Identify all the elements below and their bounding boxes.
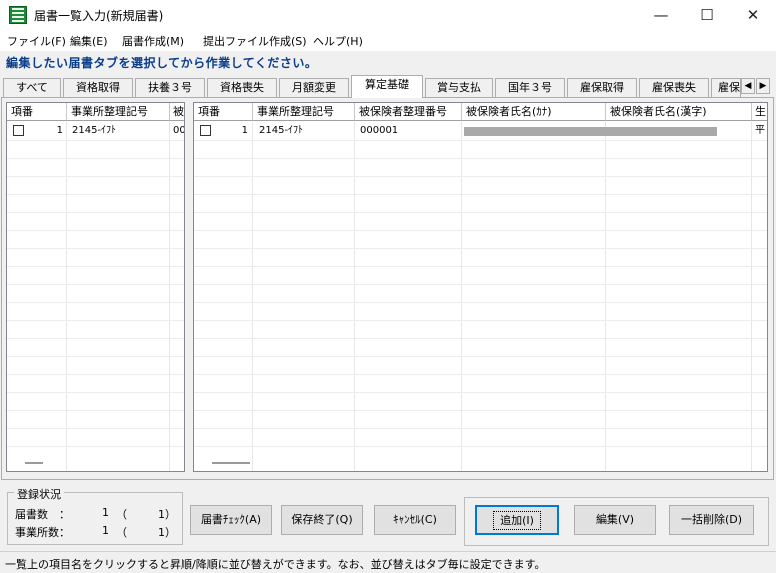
bulk-delete-button[interactable]: 一括削除(D) [669, 505, 754, 535]
column-header-name-kana[interactable]: 被保険者氏名(ｶﾅ) [462, 103, 606, 121]
notice-count-total: 1） [158, 508, 176, 521]
office-count-total: 1） [158, 526, 176, 539]
column-header-insured[interactable]: 被 [170, 103, 184, 121]
tab-bonus-payment[interactable]: 賞与支払 [425, 78, 493, 97]
column-header-name-kanji[interactable]: 被保険者氏名(漢字) [606, 103, 752, 121]
close-button[interactable]: ✕ [730, 0, 776, 31]
row-insured-number: 000001 [360, 125, 399, 136]
office-count-paren: （ [116, 526, 127, 539]
add-button-label: 追加(I) [493, 511, 541, 530]
tab-employment-acquisition[interactable]: 雇保取得 [567, 78, 637, 97]
minimize-button[interactable]: — [638, 0, 684, 31]
tab-scroll-right-icon[interactable]: ▶ [756, 78, 770, 94]
tab-employment-loss[interactable]: 雇保喪失 [639, 78, 709, 97]
menu-submission-file[interactable]: 提出ファイル作成(S) [203, 33, 307, 49]
column-header-office-code[interactable]: 事業所整理記号 [67, 103, 170, 121]
notice-check-button[interactable]: 届書ﾁｪｯｸ(A) [190, 505, 272, 535]
left-grid-scrollbar[interactable] [25, 462, 43, 464]
add-button[interactable]: 追加(I) [475, 505, 559, 535]
row-checkbox[interactable] [200, 125, 211, 136]
tab-monthly-change[interactable]: 月額変更 [279, 78, 349, 97]
notice-count-label: 届書数 ： [15, 508, 70, 521]
tab-qualification-loss[interactable]: 資格喪失 [207, 78, 277, 97]
tab-national-pension-3[interactable]: 国年３号 [495, 78, 565, 97]
left-grid[interactable]: 項番 事業所整理記号 被 1 2145-ｲﾌﾄ 00 [6, 102, 185, 472]
column-header-no[interactable]: 項番 [194, 103, 253, 121]
cancel-button[interactable]: ｷｬﾝｾﾙ(C) [374, 505, 456, 535]
menu-create-notice[interactable]: 届書作成(M) [122, 33, 184, 49]
menu-edit[interactable]: 編集(E) [70, 33, 108, 49]
column-header-no[interactable]: 項番 [7, 103, 67, 121]
window-title: 届書一覧入力(新規届書) [34, 9, 164, 23]
save-exit-button[interactable]: 保存終了(Q) [281, 505, 363, 535]
row-insured: 00 [173, 125, 185, 136]
notice-count-value: 1 [102, 506, 109, 519]
menu-file[interactable]: ファイル(F) [7, 33, 66, 49]
menu-bar [0, 31, 776, 51]
registration-status-title: 登録状況 [14, 486, 64, 502]
tab-scroll-left-icon[interactable]: ◀ [741, 78, 755, 94]
maximize-button[interactable]: ☐ [684, 0, 730, 31]
column-header-birth[interactable]: 生 [752, 103, 767, 121]
menu-help[interactable]: ヘルプ(H) [313, 33, 363, 49]
right-grid[interactable]: 項番 事業所整理記号 被保険者整理番号 被保険者氏名(ｶﾅ) 被保険者氏名(漢字… [193, 102, 768, 472]
instruction-text: 編集したい届書タブを選択してから作業してください。 [6, 56, 318, 70]
right-grid-scrollbar[interactable] [212, 462, 250, 464]
office-count-label: 事業所数： [15, 526, 70, 539]
row-no: 1 [56, 125, 63, 136]
notice-count-paren: （ [116, 508, 127, 521]
tab-calculation-basis[interactable]: 算定基礎 [351, 75, 423, 98]
tab-dependent-3[interactable]: 扶養３号 [135, 78, 205, 97]
office-count-value: 1 [102, 524, 109, 537]
row-office-code: 2145-ｲﾌﾄ [72, 125, 117, 136]
tab-employment-more[interactable]: 雇保 [711, 78, 741, 97]
row-birth: 平 [755, 125, 765, 136]
row-office-code: 2145-ｲﾌﾄ [259, 125, 304, 136]
tab-all[interactable]: すべて [3, 78, 61, 97]
redacted-name [464, 127, 717, 136]
app-icon [9, 6, 27, 24]
column-header-office-code[interactable]: 事業所整理記号 [253, 103, 355, 121]
status-text: 一覧上の項目名をクリックすると昇順/降順に並び替えができます。なお、並び替えはタ… [5, 558, 546, 571]
edit-button[interactable]: 編集(V) [574, 505, 656, 535]
column-header-insured-number[interactable]: 被保険者整理番号 [355, 103, 462, 121]
row-checkbox[interactable] [13, 125, 24, 136]
tab-qualification-acquisition[interactable]: 資格取得 [63, 78, 133, 97]
row-no: 1 [241, 125, 248, 136]
